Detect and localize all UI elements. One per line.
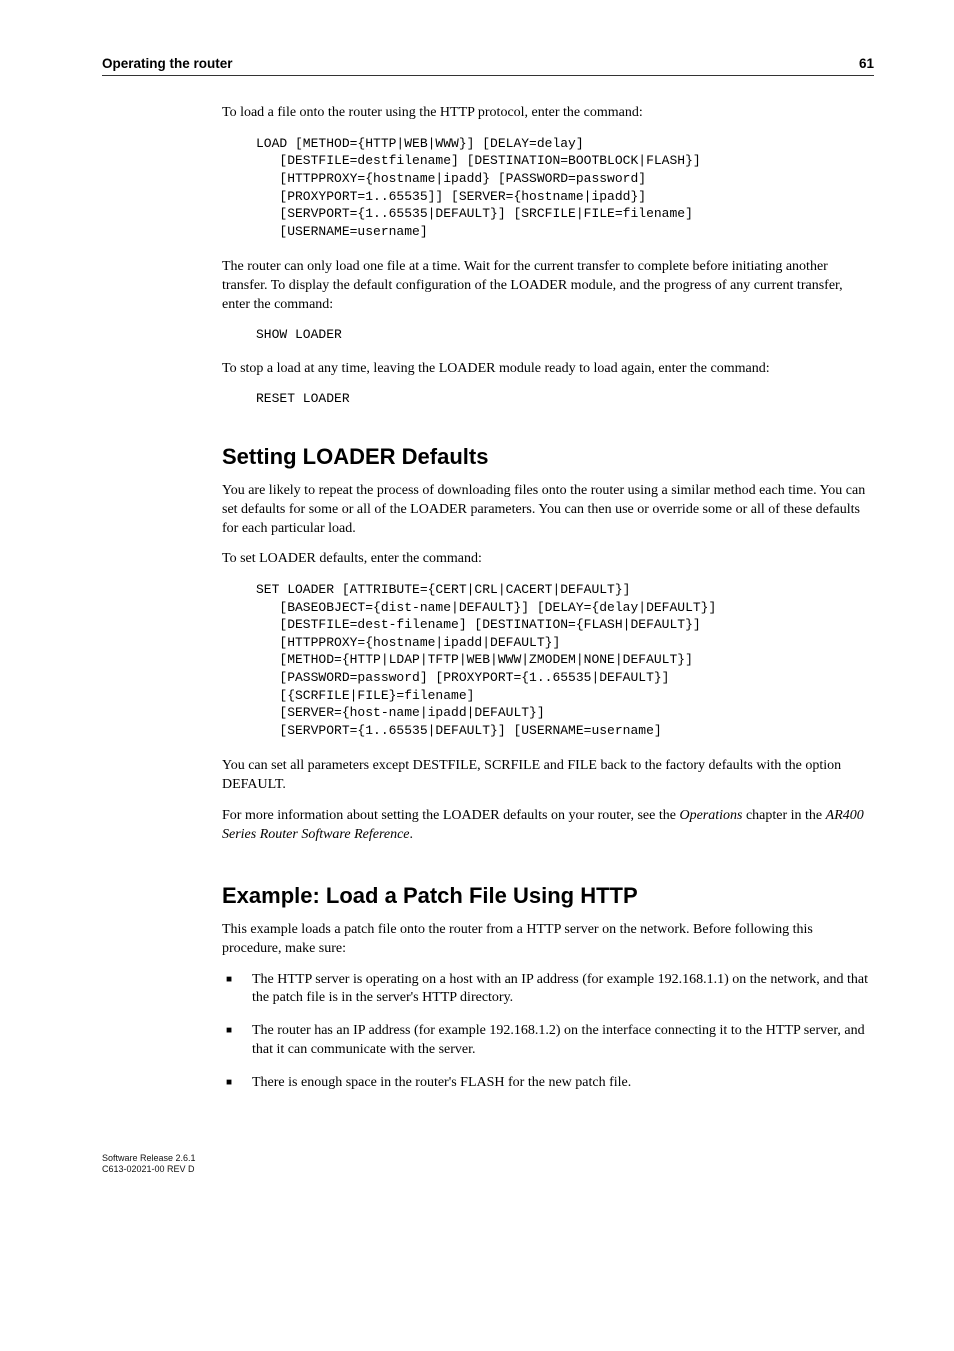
bullet-text: There is enough space in the router's FL… (252, 1075, 631, 1090)
list-item: The router has an IP address (for exampl… (222, 1022, 874, 1060)
bullet-text: The router has an IP address (for exampl… (252, 1023, 865, 1057)
heading-example-load-patch: Example: Load a Patch File Using HTTP (222, 883, 874, 909)
text-more-info-e: . (410, 827, 414, 842)
paragraph-more-info: For more information about setting the L… (222, 807, 874, 845)
code-load-command: LOAD [METHOD={HTTP|WEB|WWW}] [DELAY=dela… (256, 135, 874, 240)
code-reset-loader: RESET LOADER (256, 391, 874, 406)
list-item: The HTTP server is operating on a host w… (222, 971, 874, 1009)
text-more-info-a: For more information about setting the L… (222, 808, 679, 823)
page-number: 61 (859, 56, 874, 71)
footer-rev: C613-02021-00 REV D (102, 1164, 874, 1175)
footer: Software Release 2.6.1 C613-02021-00 REV… (102, 1153, 874, 1175)
paragraph-defaults-intro: You are likely to repeat the process of … (222, 482, 874, 539)
bullet-list: The HTTP server is operating on a host w… (222, 971, 874, 1093)
footer-release: Software Release 2.6.1 (102, 1153, 874, 1164)
paragraph-example-intro: This example loads a patch file onto the… (222, 921, 874, 959)
page-header: Operating the router 61 (102, 56, 874, 76)
text-operations-italic: Operations (679, 808, 742, 823)
header-title: Operating the router (102, 56, 233, 71)
bullet-text: The HTTP server is operating on a host w… (252, 972, 868, 1006)
list-item: There is enough space in the router's FL… (222, 1074, 874, 1093)
paragraph-single-file: The router can only load one file at a t… (222, 258, 874, 315)
code-set-loader: SET LOADER [ATTRIBUTE={CERT|CRL|CACERT|D… (256, 581, 874, 739)
text-more-info-c: chapter in the (742, 808, 825, 823)
paragraph-stop-load: To stop a load at any time, leaving the … (222, 360, 874, 379)
paragraph-reset-defaults: You can set all parameters except DESTFI… (222, 757, 874, 795)
heading-setting-loader-defaults: Setting LOADER Defaults (222, 444, 874, 470)
paragraph-http-load: To load a file onto the router using the… (222, 104, 874, 123)
code-show-loader: SHOW LOADER (256, 327, 874, 342)
paragraph-set-defaults: To set LOADER defaults, enter the comman… (222, 550, 874, 569)
